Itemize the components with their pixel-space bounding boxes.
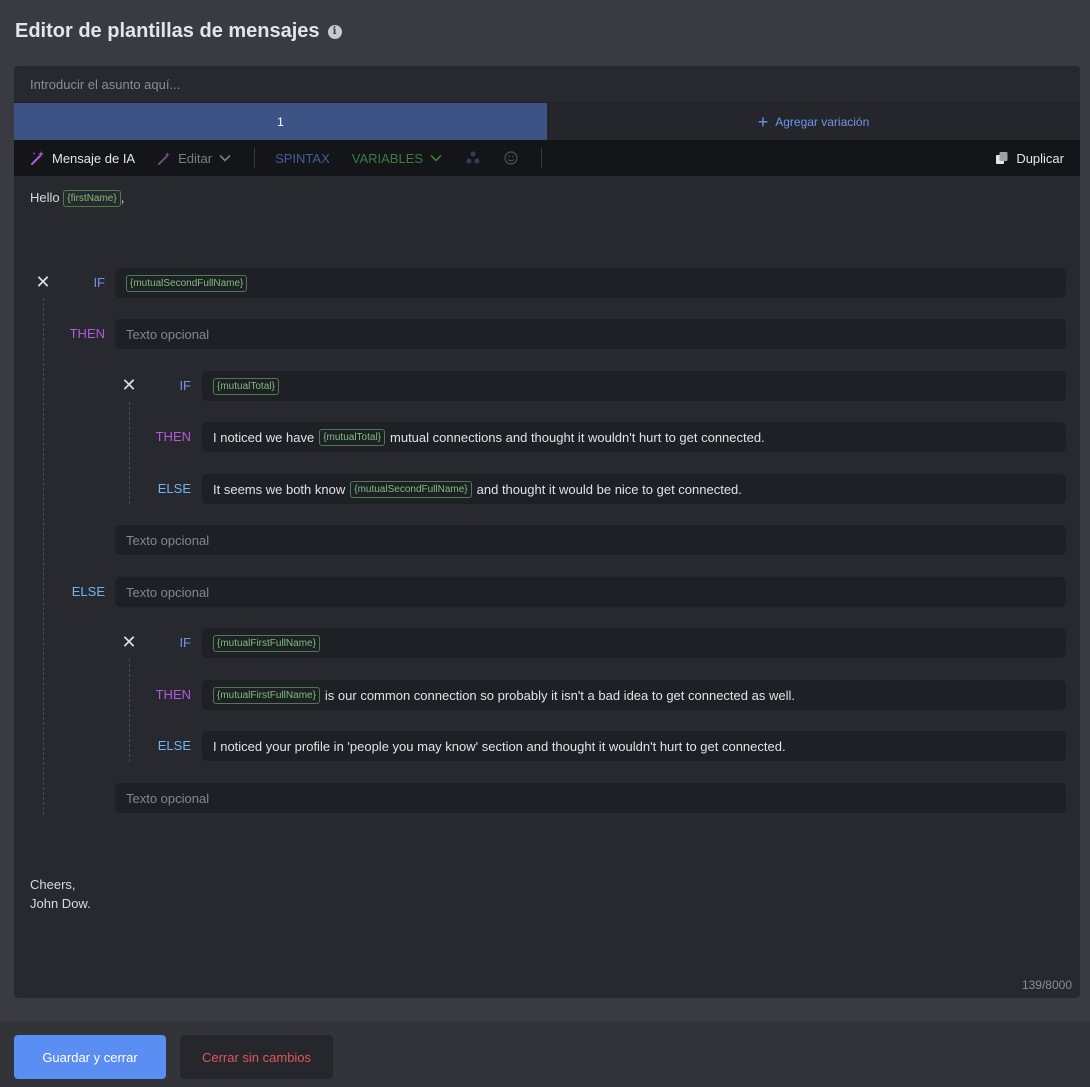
condition-field[interactable]: {mutualTotal} (202, 371, 1066, 401)
variables-label: VARIABLES (351, 150, 424, 166)
variation-bar: 1 + Agregar variación (14, 103, 1080, 140)
variable-chip[interactable]: {mutualSecondFullName} (350, 480, 472, 498)
condition-field[interactable]: {mutualFirstFullName} (202, 628, 1066, 658)
duplicate-label: Duplicar (1016, 150, 1064, 166)
subject-input[interactable] (14, 66, 1080, 103)
else-text-pre: It seems we both know (213, 481, 346, 497)
greeting-line: Hello {firstName}, (30, 190, 125, 208)
optional-placeholder: Texto opcional (126, 584, 210, 600)
else-text-post: and thought it would be nice to get conn… (476, 481, 742, 497)
edit-label: Editar (178, 150, 213, 166)
keyword-else: ELSE (71, 584, 105, 599)
condition-guide-line (43, 298, 44, 815)
optional-placeholder: Texto opcional (126, 790, 210, 806)
then-text-field[interactable]: I noticed we have {mutualTotal} mutual c… (202, 422, 1066, 452)
greeting-suffix: , (120, 190, 125, 205)
keyword-if: IF (93, 275, 105, 290)
optional-placeholder: Texto opcional (126, 532, 210, 548)
footer-bar: Guardar y cerrar Cerrar sin cambios (0, 1021, 1090, 1087)
then-text-pre: I noticed we have (213, 429, 315, 445)
keyword-then: THEN (69, 326, 105, 341)
emoji-icon[interactable] (503, 150, 519, 166)
variation-tab-1[interactable]: 1 (14, 103, 547, 140)
variable-chip[interactable]: {mutualSecondFullName} (126, 274, 248, 292)
optional-text-field[interactable]: Texto opcional (115, 319, 1066, 349)
variable-chip[interactable]: {mutualFirstFullName} (213, 634, 320, 652)
greeting-text: Hello (30, 190, 60, 205)
condition-guide-line (129, 659, 130, 762)
signoff-line-1: Cheers, (30, 877, 76, 892)
variable-chip[interactable]: {mutualTotal} (213, 377, 279, 395)
message-body[interactable]: Hello {firstName}, ✕ IF {mutualSecondFul… (14, 176, 1080, 998)
signoff: Cheers, John Dow. (30, 875, 91, 913)
optional-text-field[interactable]: Texto opcional (115, 525, 1066, 555)
copy-icon (996, 152, 1008, 164)
info-icon[interactable]: i (327, 24, 342, 39)
toolbar-divider (541, 148, 543, 168)
page-title: Editor de plantillas de mensajes i (15, 20, 342, 43)
else-text: I noticed your profile in 'people you ma… (213, 738, 786, 754)
optional-text-field[interactable]: Texto opcional (115, 783, 1066, 813)
add-variation-label: Agregar variación (775, 114, 870, 129)
magic-wand-icon (31, 151, 44, 165)
then-text-field[interactable]: {mutualFirstFullName} is our common conn… (202, 680, 1066, 710)
save-and-close-button[interactable]: Guardar y cerrar (14, 1035, 166, 1079)
ai-message-button[interactable]: Mensaje de IA (30, 150, 135, 166)
keyword-then: THEN (155, 429, 191, 444)
spintax-button[interactable]: SPINTAX (275, 151, 330, 166)
ai-message-label: Mensaje de IA (52, 150, 136, 166)
optional-text-field[interactable]: Texto opcional (115, 577, 1066, 607)
template-editor: 1 + Agregar variación Mensaje de IA Edit… (14, 66, 1080, 998)
chevron-down-icon (219, 154, 231, 162)
condition-guide-line (129, 402, 130, 504)
condition-field[interactable]: {mutualSecondFullName} (115, 268, 1066, 298)
keyword-else: ELSE (157, 481, 191, 496)
edit-dropdown[interactable]: Editar (157, 151, 232, 166)
optional-placeholder: Texto opcional (126, 326, 210, 342)
character-counter: 139/8000 (1021, 978, 1072, 992)
variables-dropdown[interactable]: VARIABLES (352, 151, 443, 166)
signoff-line-2: John Dow. (30, 896, 91, 911)
keyword-then: THEN (155, 687, 191, 702)
duplicate-button[interactable]: Duplicar (995, 151, 1064, 166)
chevron-down-icon (430, 154, 442, 162)
keyword-if: IF (179, 378, 191, 393)
variable-chip[interactable]: {firstName} (63, 190, 121, 208)
then-text-post: is our common connection so probably it … (324, 687, 795, 703)
editor-toolbar: Mensaje de IA Editar SPINTAX VARIABLES D… (14, 140, 1080, 176)
add-variation-button[interactable]: + Agregar variación (547, 103, 1080, 140)
else-text-field[interactable]: It seems we both know {mutualSecondFullN… (202, 474, 1066, 504)
then-text-post: mutual connections and thought it wouldn… (390, 429, 765, 445)
conditional-icon[interactable] (465, 150, 481, 166)
close-without-changes-button[interactable]: Cerrar sin cambios (180, 1035, 333, 1079)
keyword-if: IF (179, 635, 191, 650)
keyword-else: ELSE (157, 738, 191, 753)
else-text-field[interactable]: I noticed your profile in 'people you ma… (202, 731, 1066, 761)
plus-icon: + (757, 111, 769, 132)
variable-chip[interactable]: {mutualTotal} (319, 428, 386, 446)
edit-wand-icon (158, 151, 171, 165)
toolbar-divider (254, 148, 256, 168)
page-title-text: Editor de plantillas de mensajes (15, 20, 320, 42)
variable-chip[interactable]: {mutualFirstFullName} (213, 686, 320, 704)
